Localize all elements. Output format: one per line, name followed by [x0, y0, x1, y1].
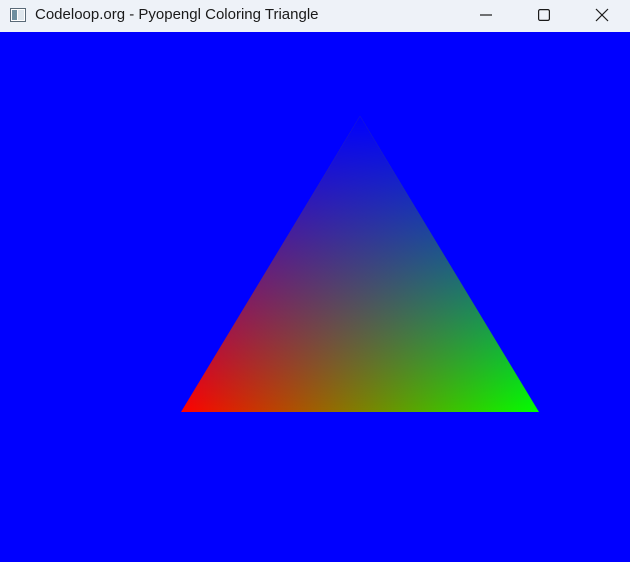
close-icon	[595, 8, 609, 22]
maximize-button[interactable]	[515, 0, 573, 30]
maximize-icon	[538, 9, 550, 21]
minimize-icon	[480, 9, 492, 21]
app-icon	[10, 8, 26, 22]
minimize-button[interactable]	[457, 0, 515, 30]
opengl-canvas[interactable]	[0, 32, 630, 562]
title-bar[interactable]: Codeloop.org - Pyopengl Coloring Triangl…	[0, 0, 630, 32]
app-window: Codeloop.org - Pyopengl Coloring Triangl…	[0, 0, 630, 562]
window-title: Codeloop.org - Pyopengl Coloring Triangl…	[35, 6, 319, 23]
close-button[interactable]	[573, 0, 630, 30]
render-surface	[0, 32, 630, 562]
